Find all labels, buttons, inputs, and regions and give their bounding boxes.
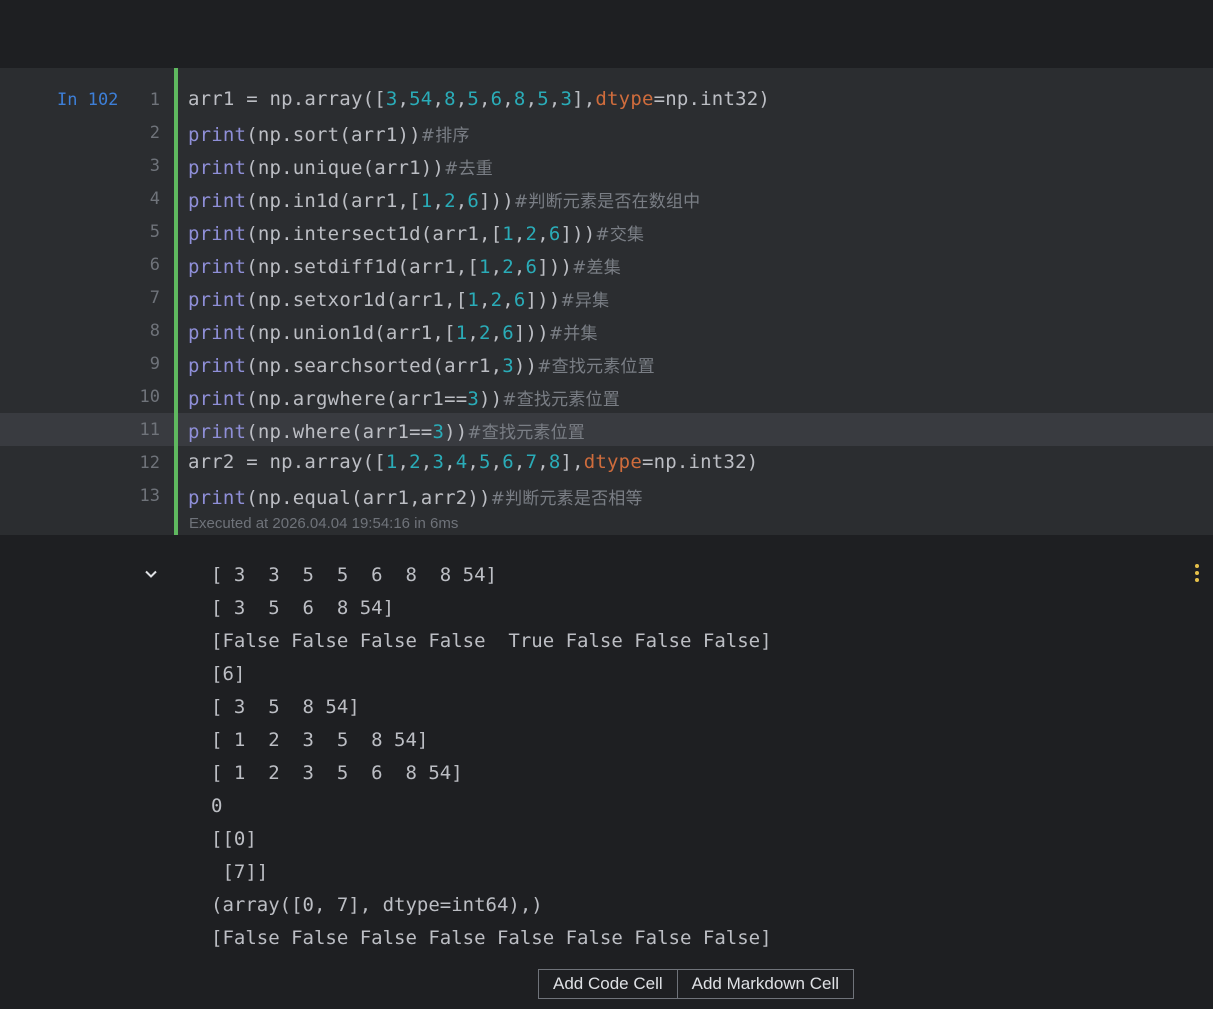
code-line-7[interactable]: print(np.setxor1d(arr1,[1,2,6]))#异集 <box>188 286 609 311</box>
line-number: 13 <box>139 486 160 506</box>
execution-info: Executed at 2026.04.04 19:54:16 in 6ms <box>189 515 459 532</box>
line-number: 8 <box>149 321 160 341</box>
chevron-down-icon[interactable] <box>143 566 159 582</box>
line-number: 4 <box>149 189 160 209</box>
code-comment: #查找元素位置 <box>467 423 586 443</box>
code-line-2[interactable]: print(np.sort(arr1))#排序 <box>188 121 470 146</box>
cell-status-bar <box>174 68 178 535</box>
line-number: 3 <box>149 156 160 176</box>
output-line: [[0] <box>211 828 257 850</box>
top-toolbar <box>0 0 1213 68</box>
code-line-12[interactable]: arr2 = np.array([1,2,3,4,5,6,7,8],dtype=… <box>188 451 758 473</box>
output-line: [ 1 2 3 5 6 8 54] <box>211 762 463 784</box>
output-line: (array([0, 7], dtype=int64),) <box>211 894 543 916</box>
code-comment: #判断元素是否在数组中 <box>513 192 701 212</box>
line-number: 7 <box>149 288 160 308</box>
code-comment: #差集 <box>572 258 621 278</box>
code-comment: #异集 <box>560 291 610 311</box>
code-line-6[interactable]: print(np.setdiff1d(arr1,[1,2,6]))#差集 <box>188 253 621 278</box>
code-line-4[interactable]: print(np.in1d(arr1,[1,2,6]))#判断元素是否在数组中 <box>188 187 700 212</box>
code-comment: #判断元素是否相等 <box>490 489 643 509</box>
code-line-8[interactable]: print(np.union1d(arr1,[1,2,6]))#并集 <box>188 319 598 344</box>
cell-prompt: In 102 <box>57 90 119 110</box>
line-number: 12 <box>139 453 160 473</box>
output-line: [ 3 3 5 5 6 8 8 54] <box>211 564 497 586</box>
code-line-13[interactable]: print(np.equal(arr1,arr2))#判断元素是否相等 <box>188 484 643 509</box>
line-number: 9 <box>149 354 160 374</box>
line-number: 2 <box>149 123 160 143</box>
output-line: [False False False False True False Fals… <box>211 630 772 652</box>
line-number: 5 <box>149 222 160 242</box>
code-comment: #排序 <box>420 126 470 146</box>
output-line: 0 <box>211 795 223 817</box>
code-comment: #交集 <box>595 225 645 245</box>
line-number: 6 <box>149 255 160 275</box>
code-comment: #查找元素位置 <box>502 390 620 410</box>
code-comment: #查找元素位置 <box>537 357 655 377</box>
output-line: [ 3 5 6 8 54] <box>211 597 395 619</box>
add-cell-toolbar: Add Code Cell Add Markdown Cell <box>538 969 855 999</box>
line-number: 10 <box>139 387 160 407</box>
output-line: [ 3 5 8 54] <box>211 696 360 718</box>
code-line-11[interactable]: print(np.where(arr1==3))#查找元素位置 <box>188 418 585 443</box>
output-line: [6] <box>211 663 246 685</box>
line-number: 1 <box>149 90 160 110</box>
add-code-cell-button[interactable]: Add Code Cell <box>539 970 677 998</box>
code-line-10[interactable]: print(np.argwhere(arr1==3))#查找元素位置 <box>188 385 620 410</box>
code-line-1[interactable]: arr1 = np.array([3,54,8,5,6,8,5,3],dtype… <box>188 88 770 110</box>
output-line: [7]] <box>211 861 269 883</box>
code-line-9[interactable]: print(np.searchsorted(arr1,3))#查找元素位置 <box>188 352 655 377</box>
line-number: 11 <box>139 420 160 440</box>
output-line: [ 1 2 3 5 8 54] <box>211 729 429 751</box>
code-line-5[interactable]: print(np.intersect1d(arr1,[1,2,6]))#交集 <box>188 220 644 245</box>
add-markdown-cell-button[interactable]: Add Markdown Cell <box>676 970 853 998</box>
code-comment: #去重 <box>444 159 493 179</box>
code-comment: #并集 <box>548 324 598 344</box>
output-line: [False False False False False False Fal… <box>211 927 772 949</box>
code-line-3[interactable]: print(np.unique(arr1))#去重 <box>188 154 493 179</box>
current-line-highlight <box>0 413 1213 446</box>
more-vertical-icon[interactable] <box>1193 563 1201 583</box>
